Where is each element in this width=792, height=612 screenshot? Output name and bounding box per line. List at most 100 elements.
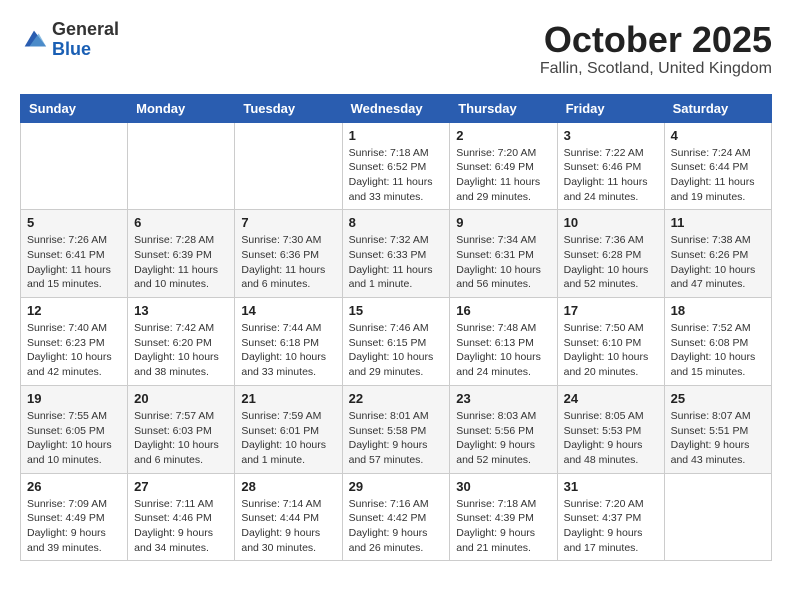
day-number: 28: [241, 479, 335, 494]
header-tuesday: Tuesday: [235, 94, 342, 122]
title-block: October 2025 Fallin, Scotland, United Ki…: [540, 20, 772, 78]
day-number: 15: [349, 303, 444, 318]
logo-text: General Blue: [52, 20, 119, 60]
logo: General Blue: [20, 20, 119, 60]
day-number: 29: [349, 479, 444, 494]
calendar-cell: 13Sunrise: 7:42 AMSunset: 6:20 PMDayligh…: [128, 298, 235, 386]
day-info: Sunrise: 7:36 AMSunset: 6:28 PMDaylight:…: [564, 233, 658, 292]
logo-blue: Blue: [52, 40, 119, 60]
calendar-cell: 25Sunrise: 8:07 AMSunset: 5:51 PMDayligh…: [664, 385, 771, 473]
calendar-cell: [128, 122, 235, 210]
calendar-cell: 4 Sunrise: 7:24 AMSunset: 6:44 PMDaylight…: [664, 122, 771, 210]
day-number: 30: [456, 479, 550, 494]
day-number: 10: [564, 215, 658, 230]
header-sunday: Sunday: [21, 94, 128, 122]
day-info: Sunrise: 7:24 AMSunset: 6:44 PMDaylight:…: [671, 146, 765, 205]
day-info: Sunrise: 8:05 AMSunset: 5:53 PMDaylight:…: [564, 409, 658, 468]
day-number: 16: [456, 303, 550, 318]
week-row-1: 1 Sunrise: 7:18 AMSunset: 6:52 PMDaylight…: [21, 122, 772, 210]
calendar-cell: 30 Sunrise: 7:18 AMSunset: 4:39 PMDayligh…: [450, 473, 557, 561]
week-row-3: 12 Sunrise: 7:40 AMSunset: 6:23 PMDayligh…: [21, 298, 772, 386]
day-number: 14: [241, 303, 335, 318]
day-info: Sunrise: 7:20 AMSunset: 4:37 PMDaylight:…: [564, 497, 658, 556]
calendar-cell: 28 Sunrise: 7:14 AMSunset: 4:44 PMDayligh…: [235, 473, 342, 561]
day-number: 27: [134, 479, 228, 494]
day-info: Sunrise: 7:50 AMSunset: 6:10 PMDaylight:…: [564, 321, 658, 380]
calendar-cell: 31Sunrise: 7:20 AMSunset: 4:37 PMDayligh…: [557, 473, 664, 561]
calendar-cell: 11Sunrise: 7:38 AMSunset: 6:26 PMDayligh…: [664, 210, 771, 298]
logo-general: General: [52, 20, 119, 40]
calendar-cell: 16 Sunrise: 7:48 AMSunset: 6:13 PMDayligh…: [450, 298, 557, 386]
calendar-cell: 20Sunrise: 7:57 AMSunset: 6:03 PMDayligh…: [128, 385, 235, 473]
day-number: 13: [134, 303, 228, 318]
day-number: 6: [134, 215, 228, 230]
calendar-cell: 17 Sunrise: 7:50 AMSunset: 6:10 PMDayligh…: [557, 298, 664, 386]
day-info: Sunrise: 7:09 AMSunset: 4:49 PMDaylight:…: [27, 497, 121, 556]
day-number: 11: [671, 215, 765, 230]
calendar-cell: [21, 122, 128, 210]
calendar-cell: 2 Sunrise: 7:20 AMSunset: 6:49 PMDaylight…: [450, 122, 557, 210]
day-number: 3: [564, 128, 658, 143]
calendar-cell: 21Sunrise: 7:59 AMSunset: 6:01 PMDayligh…: [235, 385, 342, 473]
day-info: Sunrise: 7:22 AMSunset: 6:46 PMDaylight:…: [564, 146, 658, 205]
calendar-cell: 24 Sunrise: 8:05 AMSunset: 5:53 PMDayligh…: [557, 385, 664, 473]
calendar-cell: [664, 473, 771, 561]
calendar-table: SundayMondayTuesdayWednesdayThursdayFrid…: [20, 94, 772, 562]
calendar-cell: 6Sunrise: 7:28 AMSunset: 6:39 PMDaylight…: [128, 210, 235, 298]
calendar-cell: 5 Sunrise: 7:26 AMSunset: 6:41 PMDaylight…: [21, 210, 128, 298]
day-number: 4: [671, 128, 765, 143]
day-number: 2: [456, 128, 550, 143]
day-info: Sunrise: 8:03 AMSunset: 5:56 PMDaylight:…: [456, 409, 550, 468]
day-info: Sunrise: 7:16 AMSunset: 4:42 PMDaylight:…: [349, 497, 444, 556]
calendar-cell: 3 Sunrise: 7:22 AMSunset: 6:46 PMDaylight…: [557, 122, 664, 210]
day-info: Sunrise: 7:46 AMSunset: 6:15 PMDaylight:…: [349, 321, 444, 380]
day-number: 12: [27, 303, 121, 318]
calendar-cell: 7Sunrise: 7:30 AMSunset: 6:36 PMDaylight…: [235, 210, 342, 298]
calendar-subtitle: Fallin, Scotland, United Kingdom: [540, 60, 772, 78]
day-info: Sunrise: 7:18 AMSunset: 4:39 PMDaylight:…: [456, 497, 550, 556]
calendar-cell: 26Sunrise: 7:09 AMSunset: 4:49 PMDayligh…: [21, 473, 128, 561]
day-number: 24: [564, 391, 658, 406]
day-info: Sunrise: 7:11 AMSunset: 4:46 PMDaylight:…: [134, 497, 228, 556]
day-info: Sunrise: 7:48 AMSunset: 6:13 PMDaylight:…: [456, 321, 550, 380]
day-number: 17: [564, 303, 658, 318]
day-info: Sunrise: 7:57 AMSunset: 6:03 PMDaylight:…: [134, 409, 228, 468]
day-number: 1: [349, 128, 444, 143]
calendar-cell: 15 Sunrise: 7:46 AMSunset: 6:15 PMDayligh…: [342, 298, 450, 386]
day-info: Sunrise: 7:32 AMSunset: 6:33 PMDaylight:…: [349, 233, 444, 292]
day-number: 19: [27, 391, 121, 406]
day-info: Sunrise: 7:34 AMSunset: 6:31 PMDaylight:…: [456, 233, 550, 292]
calendar-cell: 27 Sunrise: 7:11 AMSunset: 4:46 PMDayligh…: [128, 473, 235, 561]
day-info: Sunrise: 7:26 AMSunset: 6:41 PMDaylight:…: [27, 233, 121, 292]
day-number: 5: [27, 215, 121, 230]
header-monday: Monday: [128, 94, 235, 122]
day-number: 21: [241, 391, 335, 406]
day-number: 25: [671, 391, 765, 406]
header-friday: Friday: [557, 94, 664, 122]
calendar-cell: 14 Sunrise: 7:44 AMSunset: 6:18 PMDayligh…: [235, 298, 342, 386]
calendar-header-row: SundayMondayTuesdayWednesdayThursdayFrid…: [21, 94, 772, 122]
day-info: Sunrise: 7:20 AMSunset: 6:49 PMDaylight:…: [456, 146, 550, 205]
day-info: Sunrise: 7:18 AMSunset: 6:52 PMDaylight:…: [349, 146, 444, 205]
day-info: Sunrise: 7:44 AMSunset: 6:18 PMDaylight:…: [241, 321, 335, 380]
day-info: Sunrise: 7:14 AMSunset: 4:44 PMDaylight:…: [241, 497, 335, 556]
logo-icon: [20, 26, 48, 54]
week-row-4: 19 Sunrise: 7:55 AMSunset: 6:05 PMDayligh…: [21, 385, 772, 473]
calendar-cell: 8Sunrise: 7:32 AMSunset: 6:33 PMDaylight…: [342, 210, 450, 298]
calendar-cell: 23Sunrise: 8:03 AMSunset: 5:56 PMDayligh…: [450, 385, 557, 473]
header-wednesday: Wednesday: [342, 94, 450, 122]
calendar-cell: 18Sunrise: 7:52 AMSunset: 6:08 PMDayligh…: [664, 298, 771, 386]
calendar-cell: 12 Sunrise: 7:40 AMSunset: 6:23 PMDayligh…: [21, 298, 128, 386]
day-number: 7: [241, 215, 335, 230]
page-header: General Blue October 2025 Fallin, Scotla…: [20, 20, 772, 78]
week-row-5: 26Sunrise: 7:09 AMSunset: 4:49 PMDayligh…: [21, 473, 772, 561]
calendar-cell: 22 Sunrise: 8:01 AMSunset: 5:58 PMDayligh…: [342, 385, 450, 473]
day-info: Sunrise: 7:55 AMSunset: 6:05 PMDaylight:…: [27, 409, 121, 468]
calendar-cell: 9Sunrise: 7:34 AMSunset: 6:31 PMDaylight…: [450, 210, 557, 298]
calendar-cell: [235, 122, 342, 210]
day-number: 22: [349, 391, 444, 406]
day-info: Sunrise: 7:40 AMSunset: 6:23 PMDaylight:…: [27, 321, 121, 380]
day-info: Sunrise: 8:01 AMSunset: 5:58 PMDaylight:…: [349, 409, 444, 468]
day-info: Sunrise: 7:52 AMSunset: 6:08 PMDaylight:…: [671, 321, 765, 380]
calendar-cell: 10 Sunrise: 7:36 AMSunset: 6:28 PMDayligh…: [557, 210, 664, 298]
